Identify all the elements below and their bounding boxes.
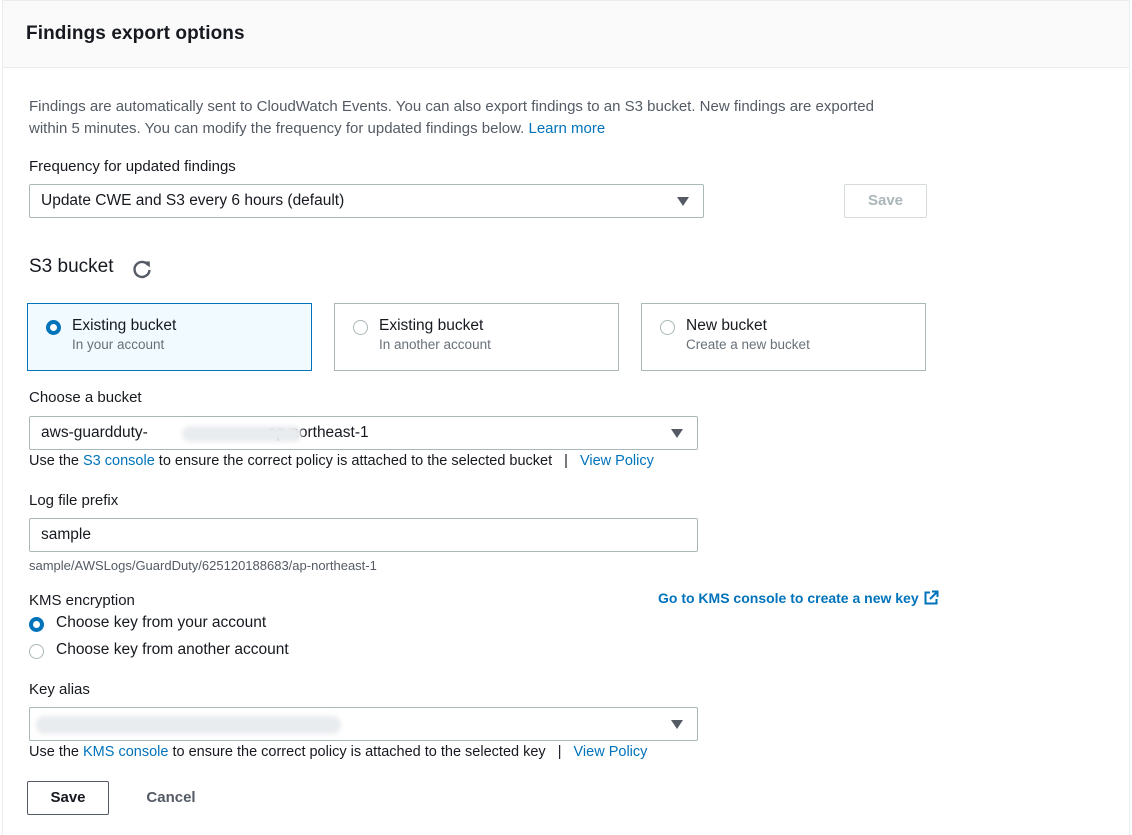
radio-selected[interactable] — [29, 617, 44, 632]
bucket-select[interactable]: aws-guardduty-ap-northeast-1 — [29, 416, 698, 450]
radio-unselected[interactable] — [353, 320, 368, 335]
log-prefix-label: Log file prefix — [29, 492, 119, 509]
caret-down-icon — [671, 720, 683, 729]
kms-option-other-account[interactable]: Choose key from another account — [29, 641, 329, 661]
s3-bucket-title: S3 bucket — [29, 256, 114, 277]
kms-option-own-account[interactable]: Choose key from your account — [29, 614, 329, 634]
cancel-button[interactable]: Cancel — [127, 781, 215, 815]
tile-existing-bucket-own[interactable]: Existing bucket In your account — [27, 303, 312, 371]
hint-text: Use the — [29, 453, 79, 469]
choose-bucket-label: Choose a bucket — [29, 389, 142, 406]
frequency-label: Frequency for updated findings — [29, 158, 236, 175]
separator: | — [564, 453, 568, 469]
kms-option-label: Choose key from another account — [56, 641, 289, 658]
tile-subtitle: In your account — [72, 337, 165, 352]
tile-title: New bucket — [686, 317, 767, 334]
radio-selected[interactable] — [46, 320, 61, 335]
tile-new-bucket[interactable]: New bucket Create a new bucket — [641, 303, 926, 371]
redacted-blur — [182, 426, 302, 442]
tile-subtitle: Create a new bucket — [686, 337, 810, 352]
save-button[interactable]: Save — [27, 781, 109, 815]
panel-title: Findings export options — [26, 23, 245, 44]
hint-text: to ensure the correct policy is attached… — [172, 744, 546, 760]
separator: | — [557, 744, 562, 760]
tile-title: Existing bucket — [379, 317, 484, 334]
caret-down-icon — [671, 429, 683, 438]
key-alias-hint: Use the KMS console to ensure the correc… — [29, 744, 647, 760]
kms-console-link[interactable]: Go to KMS console to create a new key — [658, 590, 939, 606]
kms-console-link-text: Go to KMS console to create a new key — [658, 590, 919, 606]
radio-unselected[interactable] — [660, 320, 675, 335]
tile-title: Existing bucket — [72, 317, 177, 334]
frequency-select-value: Update CWE and S3 every 6 hours (default… — [41, 192, 345, 209]
bucket-view-policy-link[interactable]: View Policy — [580, 453, 654, 469]
refresh-icon[interactable] — [131, 258, 153, 280]
panel-header: Findings export options — [3, 0, 1129, 68]
description-text: Findings are automatically sent to Cloud… — [29, 98, 874, 137]
s3-console-link[interactable]: S3 console — [83, 453, 155, 469]
kms-console-hint-link[interactable]: KMS console — [83, 744, 168, 760]
findings-export-panel: Findings export options Findings are aut… — [2, 0, 1130, 835]
key-view-policy-link[interactable]: View Policy — [574, 744, 648, 760]
key-alias-select[interactable] — [29, 707, 698, 741]
log-prefix-input[interactable] — [29, 518, 698, 552]
bucket-prefix: aws-guardduty- — [41, 424, 148, 441]
external-link-icon — [924, 590, 939, 605]
redacted-blur — [36, 716, 341, 734]
kms-option-label: Choose key from your account — [56, 614, 267, 631]
radio-unselected[interactable] — [29, 644, 44, 659]
key-alias-label: Key alias — [29, 681, 90, 698]
kms-encryption-label: KMS encryption — [29, 592, 135, 609]
tile-existing-bucket-other[interactable]: Existing bucket In another account — [334, 303, 619, 371]
hint-text: to ensure the correct policy is attached… — [158, 453, 553, 469]
frequency-save-button[interactable]: Save — [844, 184, 927, 218]
tile-subtitle: In another account — [379, 337, 491, 352]
description: Findings are automatically sent to Cloud… — [29, 96, 889, 140]
hint-text: Use the — [29, 744, 79, 760]
bucket-hint: Use the S3 console to ensure the correct… — [29, 453, 654, 469]
frequency-select[interactable]: Update CWE and S3 every 6 hours (default… — [29, 184, 704, 218]
log-prefix-path: sample/AWSLogs/GuardDuty/625120188683/ap… — [29, 558, 377, 573]
caret-down-icon — [677, 197, 689, 206]
learn-more-link[interactable]: Learn more — [529, 120, 606, 137]
